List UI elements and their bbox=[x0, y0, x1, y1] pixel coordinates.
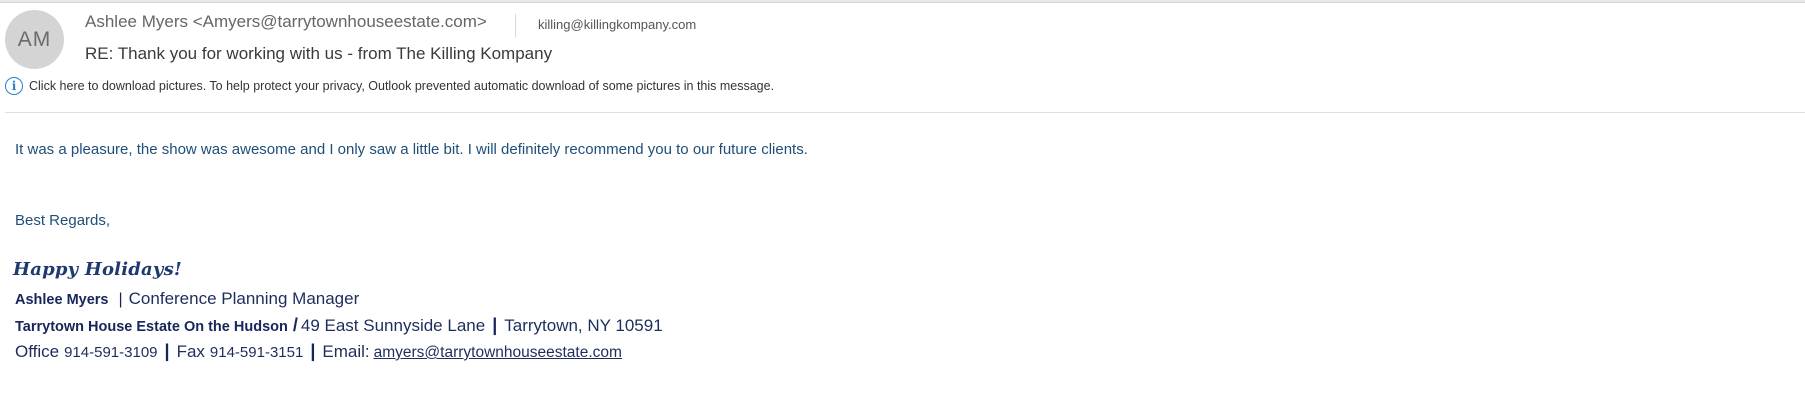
signature-title: Conference Planning Manager bbox=[128, 289, 360, 308]
avatar-initials: AM bbox=[17, 27, 52, 51]
message-subject: RE: Thank you for working with us - from… bbox=[85, 44, 553, 63]
signature-email-link[interactable]: amyers@tarrytownhouseestate.com bbox=[374, 344, 622, 362]
fax-phone: 914-591-3151 bbox=[209, 344, 304, 361]
header-divider bbox=[515, 14, 516, 38]
message-paragraph: It was a pleasure, the show was awesome … bbox=[15, 141, 808, 158]
sender-name[interactable]: Ashlee Myers <Amyers@tarrytownhouseestat… bbox=[85, 12, 487, 32]
contact-separator-1: | bbox=[164, 341, 170, 361]
download-pictures-infobar[interactable]: i Click here to download pictures. To he… bbox=[5, 76, 774, 96]
header-body-divider bbox=[5, 112, 1805, 113]
signature-greeting: Happy Holidays! bbox=[13, 259, 182, 280]
office-phone: 914-591-3109 bbox=[64, 344, 158, 361]
company-separator: / bbox=[292, 315, 298, 335]
message-header: AM Ashlee Myers <Amyers@tarrytownhousees… bbox=[0, 0, 1805, 113]
signature-company: Tarrytown House Estate On the Hudson bbox=[15, 319, 288, 335]
signature-street: 49 East Sunnyside Lane bbox=[300, 316, 486, 335]
info-icon: i bbox=[5, 77, 23, 95]
signature-separator: | bbox=[118, 291, 123, 308]
message-closing: Best Regards, bbox=[15, 212, 111, 229]
signature-name-line: Ashlee Myers | Conference Planning Manag… bbox=[15, 289, 359, 309]
address-separator: | bbox=[492, 315, 498, 335]
signature-contact-line: Office 914-591-3109 | Fax 914-591-3151 |… bbox=[15, 341, 622, 362]
office-label: Office bbox=[15, 342, 60, 361]
contact-separator-2: | bbox=[310, 341, 316, 361]
fax-label: Fax bbox=[176, 342, 205, 361]
recipient-address[interactable]: killing@killingkompany.com bbox=[538, 17, 696, 32]
signature-name: Ashlee Myers bbox=[15, 292, 109, 308]
sender-avatar[interactable]: AM bbox=[5, 10, 64, 69]
email-label: Email: bbox=[322, 342, 370, 361]
signature-address-line: Tarrytown House Estate On the Hudson / 4… bbox=[15, 315, 663, 336]
infobar-text[interactable]: Click here to download pictures. To help… bbox=[29, 79, 774, 93]
signature-city: Tarrytown, NY 10591 bbox=[504, 316, 663, 335]
